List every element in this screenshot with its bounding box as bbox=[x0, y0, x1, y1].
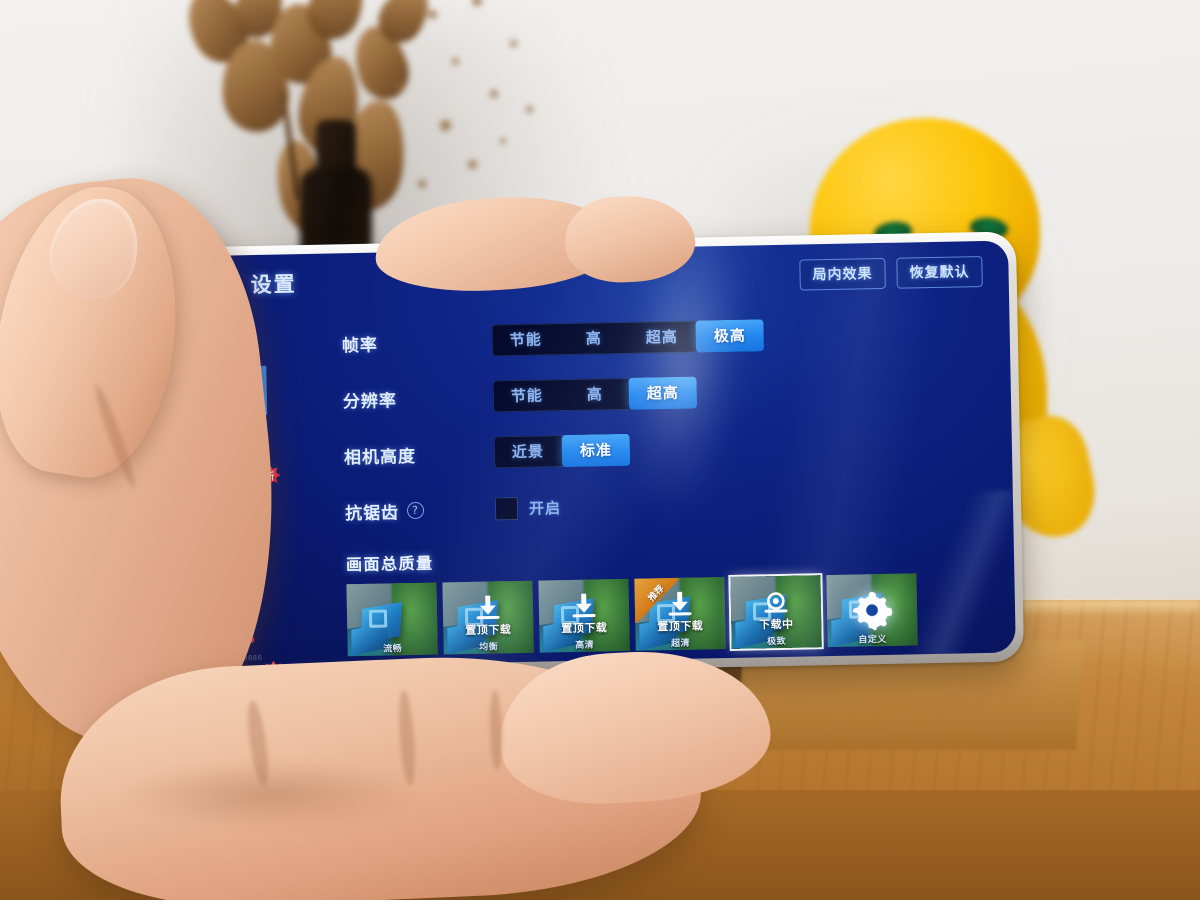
sidebar-item-0[interactable]: 基础 bbox=[157, 317, 266, 368]
segment-option-1[interactable]: 高 bbox=[561, 378, 630, 411]
checkbox-box[interactable] bbox=[494, 496, 519, 520]
label-text: 抗锯齿 bbox=[344, 502, 400, 524]
game-settings-ui: 设置 局内效果 恢复默认 基础图像战斗操作新布局声音录像功能/隐私新 帧率节能高… bbox=[122, 241, 1016, 670]
label-text: 分辨率 bbox=[342, 390, 398, 412]
quality-preset-3[interactable]: 推荐 置顶下载 超清 bbox=[634, 577, 726, 651]
download-overlay-label: 置顶下载 bbox=[465, 623, 512, 638]
sidebar-item-3[interactable]: 操作新 bbox=[160, 464, 269, 515]
settings-row-label: 帧率 bbox=[342, 328, 492, 356]
quality-preset-4[interactable]: 下载中 极致 bbox=[730, 575, 822, 649]
segment-option-0[interactable]: 近景 bbox=[494, 435, 563, 468]
smartphone: 设置 局内效果 恢复默认 基础图像战斗操作新布局声音录像功能/隐私新 帧率节能高… bbox=[113, 231, 1025, 679]
recommended-corner-tag: 推荐 bbox=[634, 577, 680, 623]
sidebar-item-1[interactable]: 图像 bbox=[158, 365, 268, 417]
corner-tag-label: 推荐 bbox=[646, 583, 667, 604]
preset-name: 极致 bbox=[767, 636, 787, 648]
restore-defaults-button[interactable]: 恢复默认 bbox=[896, 256, 983, 289]
sidebar-item-label: 战斗 bbox=[194, 430, 233, 453]
back-arrow-icon[interactable] bbox=[174, 270, 219, 301]
settings-row-label: 相机高度 bbox=[343, 440, 494, 468]
new-badge: 新 bbox=[259, 465, 280, 486]
preset-name: 流畅 bbox=[383, 644, 403, 655]
settings-row-3: 抗锯齿? 开启 bbox=[345, 471, 1000, 540]
segment-option-0[interactable]: 节能 bbox=[493, 379, 562, 412]
segmented-control: 近景 标准 bbox=[493, 433, 631, 469]
photo-scene: 设置 局内效果 恢复默认 基础图像战斗操作新布局声音录像功能/隐私新 帧率节能高… bbox=[0, 0, 1200, 900]
download-overlay[interactable]: 置顶下载 bbox=[443, 594, 534, 639]
segment-option-2[interactable]: 超高 bbox=[628, 376, 698, 410]
sidebar-item-5[interactable]: 声音 bbox=[162, 562, 271, 613]
sidebar-item-4[interactable]: 布局 bbox=[161, 513, 270, 564]
quality-preset-5[interactable]: 自定义 bbox=[826, 573, 918, 648]
segmented-control: 节能高超高 极高 bbox=[491, 319, 765, 357]
segment-option-3[interactable]: 极高 bbox=[695, 319, 765, 353]
label-text: 相机高度 bbox=[343, 446, 417, 468]
preset-name: 均衡 bbox=[479, 642, 499, 653]
preset-name: 高清 bbox=[575, 640, 595, 651]
checkbox-label: 开启 bbox=[528, 498, 562, 518]
quality-section-title: 画面总质量 bbox=[345, 553, 434, 575]
download-overlay[interactable]: 置顶下载 bbox=[539, 592, 630, 637]
downloading-icon bbox=[763, 590, 789, 614]
quality-section: 画面总质量 流畅 置顶下载 均衡 置顶下载 高清 推荐 置顶下载 超清 下载中 极致 自定义 bbox=[345, 538, 1016, 657]
sidebar-item-label: 布局 bbox=[196, 528, 235, 551]
screen-footnote: —— v1.0 2026 10086 bbox=[175, 653, 263, 664]
quality-preset-2[interactable]: 置顶下载 高清 bbox=[538, 578, 630, 653]
question-mark-icon[interactable]: ? bbox=[406, 501, 425, 519]
download-arrow-icon bbox=[475, 594, 501, 620]
quality-preset-0[interactable]: 流畅 bbox=[346, 582, 438, 657]
segment-option-2[interactable]: 超高 bbox=[627, 321, 696, 354]
checkbox-control[interactable]: 开启 bbox=[494, 496, 562, 520]
page-title: 设置 bbox=[250, 272, 297, 298]
label-text: 帧率 bbox=[341, 335, 379, 356]
in-game-effects-button[interactable]: 局内效果 bbox=[799, 257, 886, 291]
sidebar-item-2[interactable]: 战斗 bbox=[159, 415, 268, 466]
phone-screen[interactable]: 设置 局内效果 恢复默认 基础图像战斗操作新布局声音录像功能/隐私新 帧率节能高… bbox=[122, 240, 1016, 670]
notification-dot bbox=[247, 636, 255, 644]
top-actions: 局内效果 恢复默认 bbox=[799, 256, 983, 291]
settings-row-label: 抗锯齿? bbox=[345, 496, 495, 524]
preset-name: 自定义 bbox=[858, 634, 887, 646]
download-overlay-label: 下载中 bbox=[758, 617, 794, 632]
settings-row-label: 分辨率 bbox=[343, 384, 493, 412]
thumbnail-glyph bbox=[368, 609, 388, 628]
segment-option-0[interactable]: 节能 bbox=[491, 323, 560, 356]
download-overlay[interactable]: 下载中 bbox=[731, 589, 822, 633]
sidebar-item-label: 基础 bbox=[192, 332, 231, 355]
quality-preset-1[interactable]: 置顶下载 均衡 bbox=[442, 580, 534, 655]
download-overlay-label: 置顶下载 bbox=[561, 621, 608, 636]
sidebar-item-label: 图像 bbox=[193, 381, 232, 404]
segment-option-1[interactable]: 高 bbox=[559, 322, 628, 355]
desk-front-edge bbox=[0, 790, 1200, 900]
settings-rows: 帧率 节能高超高 极高 分辨率 节能高超高 相机高度 近景 标准 抗锯齿? 开启 bbox=[341, 303, 999, 540]
segmented-control: 节能高超高 bbox=[492, 376, 698, 413]
sidebar-item-label: 声音 bbox=[197, 577, 236, 600]
sidebar-nav: 基础图像战斗操作新布局声音录像功能/隐私新 bbox=[157, 317, 272, 663]
quality-preset-row: 流畅 置顶下载 均衡 置顶下载 高清 推荐 置顶下载 超清 下载中 极致 自定义 bbox=[346, 571, 1015, 657]
download-arrow-icon bbox=[571, 592, 597, 618]
preset-name: 超清 bbox=[671, 638, 691, 650]
sidebar-item-label: 录像 bbox=[198, 626, 237, 649]
segment-option-1[interactable]: 标准 bbox=[561, 433, 631, 468]
sidebar-item-label: 操作 bbox=[195, 479, 234, 502]
